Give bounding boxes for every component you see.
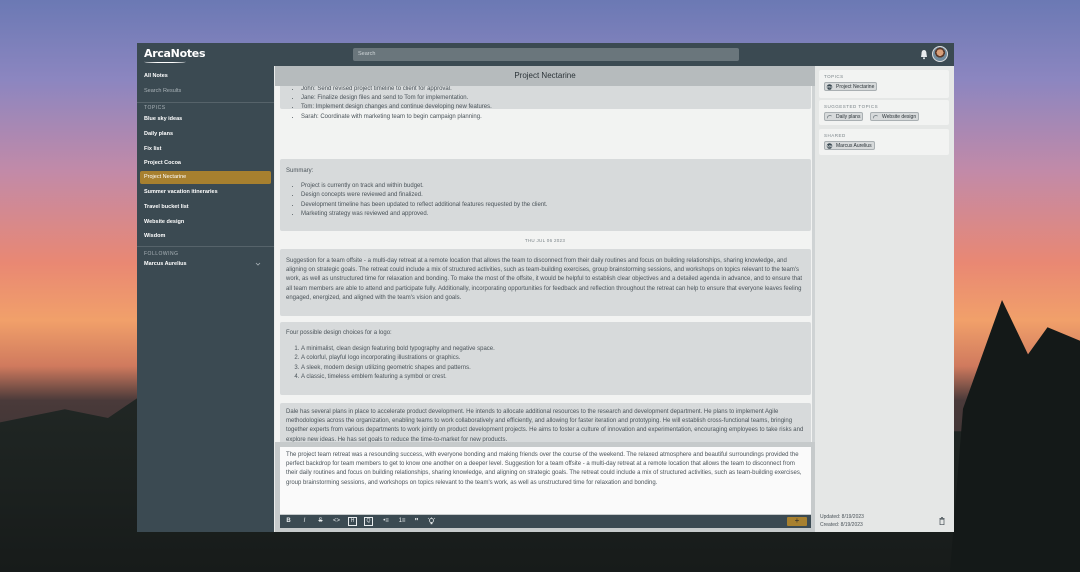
bell-icon[interactable]	[920, 49, 928, 60]
logo-swoosh	[144, 60, 186, 63]
note-card[interactable]: Dale has several plans in place to accel…	[280, 403, 811, 442]
heading-button[interactable]: H	[348, 517, 357, 526]
note-stream: Project Nectarine John: Send revised pro…	[275, 66, 815, 532]
sidebar-item-topic[interactable]: Website design	[140, 216, 271, 229]
sidebar-item-topic[interactable]: Wisdom	[140, 230, 271, 243]
sidebar-divider	[137, 102, 274, 103]
code-button[interactable]: <>	[332, 517, 341, 526]
trash-icon[interactable]	[939, 517, 945, 525]
sidebar-item-topic[interactable]: Travel bucket list	[140, 201, 271, 214]
note-card[interactable]: John: Send revised project timeline to c…	[280, 86, 811, 120]
app-window: ArcaNotes Search All Notes Search Result…	[137, 43, 954, 532]
sidebar-item-topic[interactable]: Fix list	[140, 143, 271, 156]
italic-button[interactable]: I	[300, 517, 309, 526]
shared-user-label: Marcus Aurelius	[836, 143, 872, 149]
numbered-list-button[interactable]: 1≡	[396, 517, 408, 526]
quote-block-button[interactable]: Q	[364, 517, 373, 526]
note-list-item: Development timeline has been updated to…	[301, 201, 805, 210]
bold-button[interactable]: B	[284, 517, 293, 526]
note-heading: Summary:	[286, 168, 314, 174]
light-bulb-icon[interactable]	[427, 517, 436, 526]
sidebar-item-topic[interactable]: Summer vacation itineraries	[140, 186, 271, 199]
note-body: Suggestion for a team offsite - a multi-…	[286, 258, 803, 301]
sidebar-item-all-notes[interactable]: All Notes	[140, 70, 271, 83]
editor-toolbar: B I S <> H Q •≡ 1≡ " +	[280, 515, 811, 528]
suggested-topics-title: SUGGESTED TOPICS	[824, 104, 879, 109]
suggested-topic-label: Daily plans	[836, 114, 861, 120]
note-list-item: A colorful, playful logo incorporating i…	[301, 354, 805, 363]
bullet-list-button[interactable]: •≡	[380, 517, 392, 526]
add-note-button[interactable]: +	[787, 517, 807, 526]
note-list-item: A classic, timeless emblem featuring a s…	[301, 373, 805, 382]
wallpaper-tree	[950, 300, 1080, 572]
note-list-item: John: Send revised project timeline to c…	[301, 86, 805, 94]
sidebar-item-topic-active[interactable]: Project Nectarine	[140, 171, 271, 184]
suggested-topic-chip[interactable]: Website design	[870, 112, 920, 121]
app-logo[interactable]: ArcaNotes	[144, 47, 206, 60]
sidebar-item-topic[interactable]: Project Cocoa	[140, 157, 271, 170]
sidebar-divider	[137, 246, 274, 247]
notes-feed: John: Send revised project timeline to c…	[275, 86, 815, 442]
search-input[interactable]: Search	[353, 48, 739, 61]
chevron-down-icon[interactable]	[255, 261, 261, 267]
note-heading: Four possible design choices for a logo:	[286, 330, 392, 336]
note-card[interactable]: Four possible design choices for a logo:…	[280, 322, 811, 395]
details-panel: TOPICS PN Project Nectarine SUGGESTED TO…	[815, 66, 954, 532]
svg-text:MA: MA	[827, 144, 833, 148]
created-date: Created: 8/19/2023	[820, 522, 863, 528]
note-list-item: Sarah: Coordinate with marketing team to…	[301, 113, 805, 122]
svg-text:PN: PN	[827, 85, 832, 89]
note-body: Dale has several plans in place to accel…	[286, 409, 804, 442]
note-list-item: Design concepts were reviewed and finali…	[301, 191, 805, 200]
page-title: Project Nectarine	[275, 66, 815, 86]
sidebar: All Notes Search Results TOPICS Blue sky…	[137, 66, 274, 532]
user-avatar[interactable]	[932, 46, 948, 62]
topic-chip[interactable]: PN Project Nectarine	[824, 82, 878, 91]
note-editor[interactable]: The project team retreat was a resoundin…	[280, 447, 811, 514]
top-bar: ArcaNotes Search	[137, 43, 954, 66]
sidebar-item-following[interactable]: Marcus Aurelius	[140, 258, 271, 271]
suggested-topics-card: SUGGESTED TOPICS Daily plans Website des…	[819, 100, 949, 125]
topic-chip-label: Project Nectarine	[836, 84, 875, 90]
note-list-item: Tom: Implement design changes and contin…	[301, 103, 805, 112]
user-initials-icon: MA	[826, 143, 833, 149]
shared-card: SHARED MA Marcus Aurelius	[819, 129, 949, 155]
date-separator: THU JUL 06 2023	[524, 238, 566, 243]
sidebar-item-topic[interactable]: Daily plans	[140, 128, 271, 141]
note-composer: The project team retreat was a resoundin…	[275, 442, 815, 532]
shared-card-title: SHARED	[824, 133, 846, 138]
sidebar-item-search-results[interactable]: Search Results	[140, 85, 271, 98]
loading-arc-icon	[826, 115, 832, 119]
following-name: Marcus Aurelius	[144, 261, 187, 267]
shared-user-chip[interactable]: MA Marcus Aurelius	[824, 141, 875, 150]
note-list-item: Marketing strategy was reviewed and appr…	[301, 210, 805, 219]
note-card[interactable]: Summary: Project is currently on track a…	[280, 159, 811, 231]
note-list-item: A minimalist, clean design featuring bol…	[301, 345, 805, 354]
sidebar-item-topic[interactable]: Blue sky ideas	[140, 113, 271, 126]
blockquote-button[interactable]: "	[412, 517, 421, 526]
note-list-item: Jane: Finalize design files and send to …	[301, 94, 805, 103]
updated-date: Updated: 8/19/2023	[820, 514, 864, 520]
topics-card-title: TOPICS	[824, 74, 844, 79]
loading-arc-icon	[872, 115, 878, 119]
sidebar-following-heading: FOLLOWING	[144, 251, 179, 257]
topic-avatar-icon: PN	[826, 84, 832, 90]
suggested-topic-label: Website design	[882, 114, 917, 120]
note-list-item: Project is currently on track and within…	[301, 182, 805, 191]
sidebar-topics-heading: TOPICS	[144, 105, 166, 111]
topics-card: TOPICS PN Project Nectarine	[819, 70, 949, 98]
strikethrough-button[interactable]: S	[316, 517, 325, 526]
note-card[interactable]: Suggestion for a team offsite - a multi-…	[280, 249, 811, 316]
note-list-item: A sleek, modern design utilizing geometr…	[301, 364, 805, 373]
suggested-topic-chip[interactable]: Daily plans	[824, 112, 864, 121]
